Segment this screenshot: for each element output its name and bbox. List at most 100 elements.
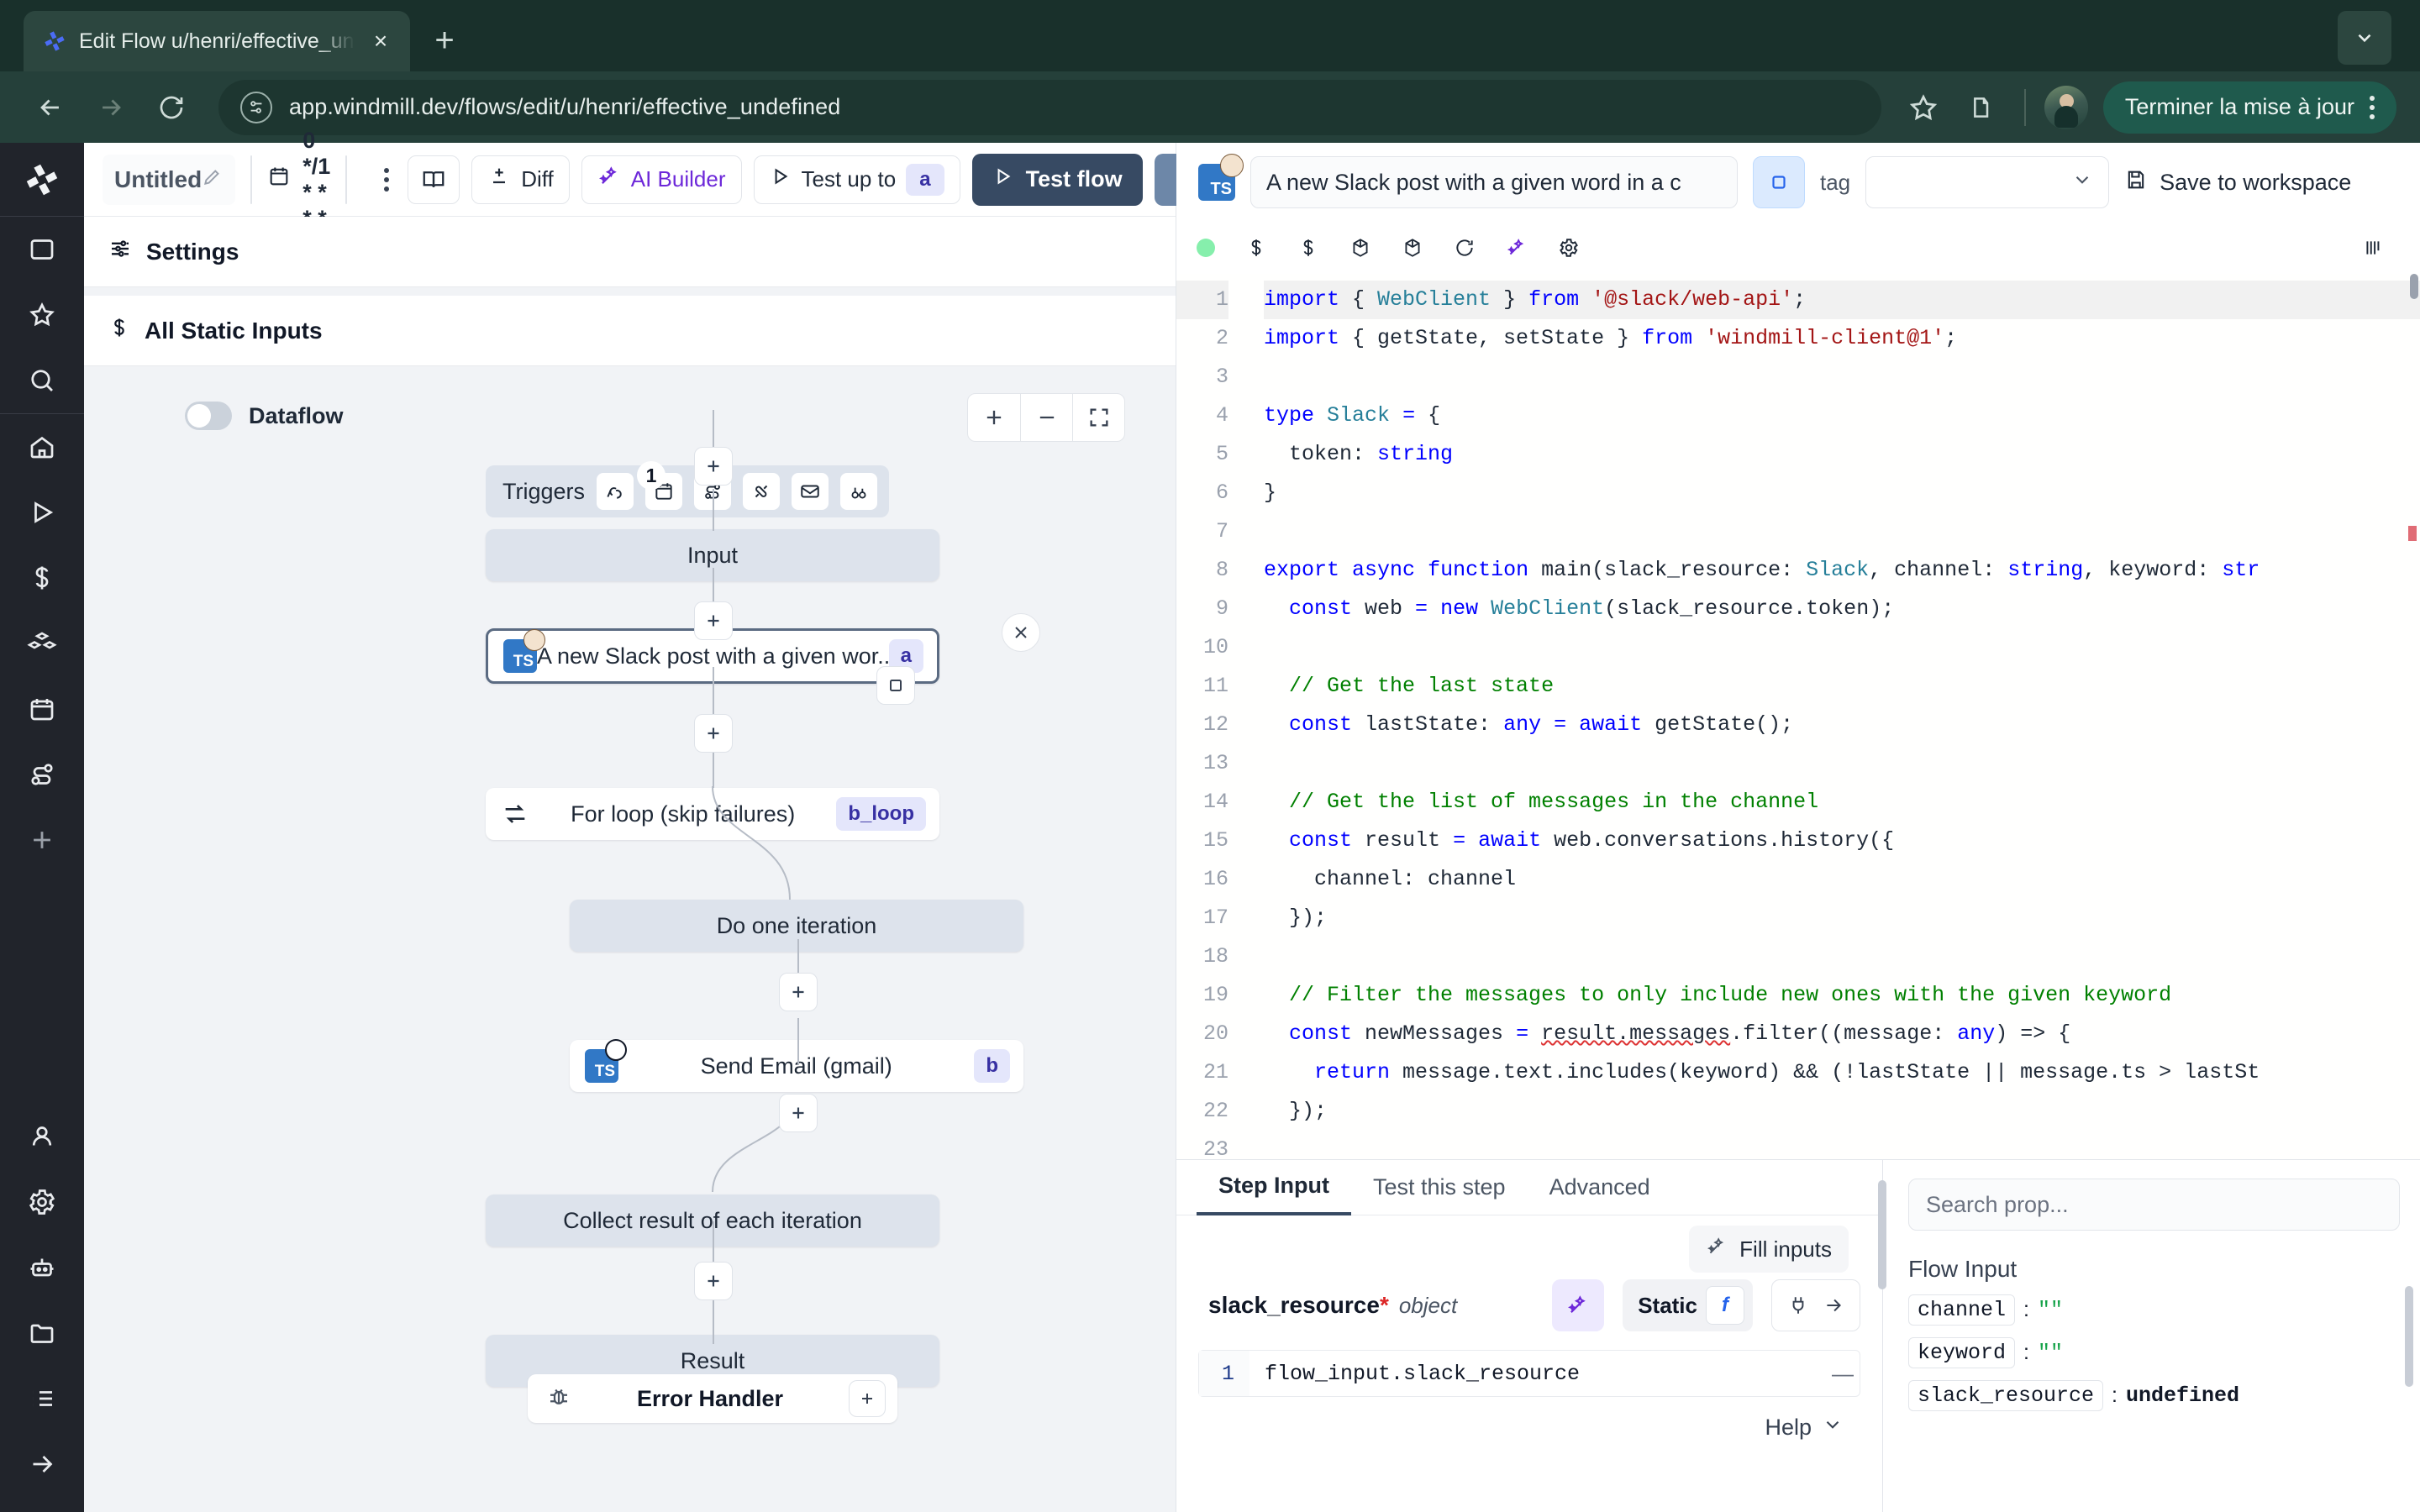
bookmark-star-icon[interactable] <box>1898 82 1949 133</box>
websocket-icon[interactable] <box>743 473 780 510</box>
ai-builder-button[interactable]: AI Builder <box>581 155 742 204</box>
webhook-icon[interactable] <box>597 473 634 510</box>
step-stop-icon[interactable] <box>1753 156 1805 208</box>
code-editor[interactable]: 123456789101112131415161718192021222324 … <box>1176 274 2420 1159</box>
flow-input-item[interactable]: slack_resource : undefined <box>1908 1380 2400 1411</box>
add-step-button[interactable] <box>694 1262 733 1300</box>
collapse-icon[interactable]: — <box>1826 1361 1860 1387</box>
sidebar-item-new[interactable] <box>0 807 84 873</box>
sidebar-item-user[interactable] <box>0 1104 84 1169</box>
static-dynamic-toggle[interactable]: Static f <box>1623 1279 1753 1331</box>
browser-menu-icon[interactable] <box>2370 96 2375 119</box>
remove-step-icon[interactable] <box>1002 613 1040 652</box>
panel-scrollbar[interactable] <box>1878 1180 1886 1289</box>
prop-expression-editor[interactable]: 1 flow_input.slack_resource — <box>1198 1350 1860 1397</box>
undo-icon[interactable] <box>251 156 252 203</box>
sidebar-logo[interactable] <box>0 143 84 217</box>
update-button[interactable]: Terminer la mise à jour <box>2103 81 2396 134</box>
gear-icon[interactable] <box>1543 226 1595 270</box>
node-stop-icon[interactable] <box>876 666 915 705</box>
flow-input-item[interactable]: channel : "" <box>1908 1294 2400 1326</box>
panel-scrollbar-inner[interactable] <box>2405 1286 2413 1387</box>
fill-inputs-button[interactable]: Fill inputs <box>1689 1226 1849 1273</box>
resource-dollar-icon[interactable] <box>1282 226 1334 270</box>
save-to-workspace-button[interactable]: Save to workspace <box>2124 168 2351 197</box>
new-tab-button[interactable]: + <box>418 14 471 66</box>
reload-icon[interactable] <box>1439 226 1491 270</box>
sidebar-item-expand[interactable] <box>0 1431 84 1497</box>
sidebar-item-schedules[interactable] <box>0 676 84 742</box>
cron-display[interactable]: 0 */1 * * * * <box>267 128 330 232</box>
extensions-icon[interactable] <box>1955 82 2006 133</box>
flow-more-menu-icon[interactable] <box>384 168 389 192</box>
flow-node-send-email[interactable]: TS Send Email (gmail) b <box>570 1040 1023 1092</box>
close-icon[interactable]: × <box>366 27 395 55</box>
add-step-button[interactable] <box>694 601 733 640</box>
flow-input-item[interactable]: keyword : "" <box>1908 1337 2400 1368</box>
fit-view-icon[interactable] <box>1072 394 1124 441</box>
add-step-button[interactable] <box>779 973 818 1011</box>
variable-icon[interactable] <box>1230 226 1282 270</box>
sidebar-item-settings[interactable] <box>0 1169 84 1235</box>
email-trigger-icon[interactable] <box>792 473 829 510</box>
sidebar-item-home[interactable] <box>0 414 84 480</box>
sidebar-item-favorites[interactable] <box>0 282 84 348</box>
tag-select[interactable] <box>1865 156 2109 208</box>
sidebar-item-folders[interactable] <box>0 1300 84 1366</box>
code-scrollbar[interactable] <box>2408 274 2420 1159</box>
flow-path[interactable]: Path u/henri/eff <box>345 155 347 204</box>
browser-tab[interactable]: Edit Flow u/henri/effective_un × <box>24 11 410 71</box>
site-settings-icon[interactable] <box>240 92 272 123</box>
sidebar-item-runs[interactable] <box>0 480 84 545</box>
flow-node-do-one-iteration[interactable]: Do one iteration <box>570 900 1023 952</box>
schedule-trigger-icon[interactable]: 1 <box>645 473 682 510</box>
add-error-handler-button[interactable] <box>849 1380 886 1417</box>
tab-step-input[interactable]: Step Input <box>1197 1160 1351 1215</box>
tab-advanced[interactable]: Advanced <box>1528 1160 1672 1215</box>
sidebar-item-workspace[interactable] <box>0 217 84 282</box>
back-icon[interactable] <box>24 81 77 134</box>
connect-prop-button[interactable] <box>1771 1279 1860 1331</box>
avatar[interactable] <box>2044 86 2088 129</box>
sidebar-item-variables[interactable] <box>0 545 84 611</box>
add-step-button[interactable] <box>694 447 733 486</box>
add-step-button[interactable] <box>779 1094 818 1132</box>
test-up-to-button[interactable]: Test up to a <box>754 155 960 204</box>
flow-title-field[interactable]: Untitled <box>103 155 235 205</box>
zoom-in-icon[interactable] <box>968 394 1020 441</box>
help-row[interactable]: Help <box>1198 1414 1860 1441</box>
pencil-icon[interactable] <box>202 165 224 193</box>
sidebar-item-resources[interactable] <box>0 611 84 676</box>
add-step-button[interactable] <box>694 714 733 753</box>
ai-fill-prop-button[interactable] <box>1552 1279 1604 1331</box>
ai-sparkle-icon[interactable] <box>1491 226 1543 270</box>
reload-icon[interactable] <box>145 81 198 134</box>
step-name-input[interactable]: A new Slack post with a given word in a … <box>1250 156 1738 208</box>
docs-book-icon[interactable] <box>408 155 460 204</box>
forward-icon[interactable] <box>84 81 138 134</box>
package-add-icon[interactable] <box>1386 226 1439 270</box>
flow-static-inputs-row[interactable]: All Static Inputs <box>84 296 1176 366</box>
fx-toggle-button[interactable]: f <box>1706 1286 1744 1325</box>
diff-button[interactable]: Diff <box>471 155 570 204</box>
sidebar-item-groups[interactable] <box>0 1366 84 1431</box>
minimap-icon[interactable] <box>2348 226 2400 270</box>
code-line-number: 10 <box>1176 628 1228 667</box>
address-bar[interactable]: app.windmill.dev/flows/edit/u/henri/effe… <box>218 80 1881 135</box>
flow-canvas[interactable]: Dataflow <box>84 375 1176 1512</box>
tab-test-this-step[interactable]: Test this step <box>1351 1160 1528 1215</box>
sidebar-item-search[interactable] <box>0 348 84 413</box>
package-icon[interactable] <box>1334 226 1386 270</box>
sidebar-item-workers[interactable] <box>0 1235 84 1300</box>
chevron-down-icon[interactable] <box>2338 11 2391 65</box>
code-content[interactable]: import { WebClient } from '@slack/web-ap… <box>1245 274 2420 1159</box>
test-flow-button[interactable]: Test flow <box>972 154 1143 206</box>
sidebar-item-triggers[interactable] <box>0 742 84 807</box>
triggers-bar[interactable]: Triggers 1 <box>486 465 889 517</box>
search-prop-input[interactable]: Search prop... <box>1908 1179 2400 1231</box>
error-handler-bar[interactable]: Error Handler <box>528 1374 897 1423</box>
flow-settings-row[interactable]: Settings <box>84 217 1176 287</box>
postgres-watch-icon[interactable] <box>840 473 877 510</box>
zoom-out-icon[interactable] <box>1020 394 1072 441</box>
dataflow-toggle[interactable] <box>185 402 232 430</box>
